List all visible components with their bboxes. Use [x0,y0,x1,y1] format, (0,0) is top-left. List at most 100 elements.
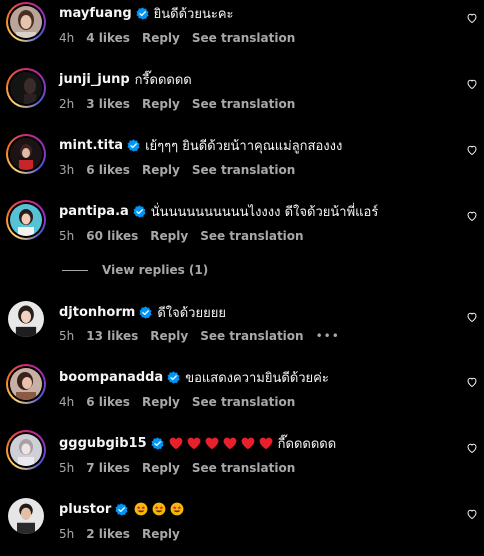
reply-button[interactable]: Reply [142,527,180,541]
comment-time[interactable]: 3h [59,163,74,177]
comment-junji: junji_junp กรี๊ดดดดด 2h 3 likes Reply Se… [0,66,484,122]
avatar-photo [8,301,44,337]
comment-time[interactable]: 4h [59,395,74,409]
reply-button[interactable]: Reply [150,229,188,243]
comment-plustor: plustor 5h 2 likes Reply [0,496,484,552]
avatar-mint[interactable] [6,134,46,174]
divider [62,269,88,271]
comment-time[interactable]: 5h [59,229,74,243]
verified-badge-icon [167,370,180,384]
avatar-gggubgib[interactable] [6,430,46,470]
verified-badge-icon [139,305,152,319]
avatar-plustor[interactable] [6,496,46,536]
comment-text: เย้ๆๆๆ ยินดีด้วยน้าาคุณแม่ลูกสองงง [145,138,343,154]
likes-count[interactable]: 4 likes [86,31,130,45]
heart-outline-icon[interactable] [466,12,478,24]
emoji-group [169,437,277,450]
username[interactable]: mint.tita [59,138,123,153]
username[interactable]: boompanadda [59,370,163,385]
heart-outline-icon[interactable] [466,144,478,156]
reply-button[interactable]: Reply [142,395,180,409]
star-struck-emoji [152,502,166,516]
reply-button[interactable]: Reply [142,461,180,475]
star-struck-emoji [134,502,148,516]
avatar-photo [10,72,42,104]
avatar-photo [10,434,42,466]
avatar-djtonhorm[interactable] [6,299,46,339]
likes-count[interactable]: 3 likes [86,97,130,111]
red-heart-emoji [223,437,237,449]
see-translation-button[interactable]: See translation [192,31,295,45]
see-translation-button[interactable]: See translation [192,461,295,475]
comment-pantipa: pantipa.a นั่นนนนนนนนนนไงงงง ดีใจด้วยน้า… [0,198,484,254]
likes-count[interactable]: 13 likes [86,329,138,343]
red-heart-emoji [241,437,255,449]
see-translation-button[interactable]: See translation [200,329,303,343]
see-translation-button[interactable]: See translation [192,163,295,177]
heart-outline-icon[interactable] [466,311,478,323]
view-replies-button[interactable]: View replies (1) [62,262,208,278]
avatar-photo [10,138,42,170]
verified-badge-icon [136,6,149,20]
likes-count[interactable]: 60 likes [86,229,138,243]
reply-button[interactable]: Reply [142,163,180,177]
heart-outline-icon[interactable] [466,210,478,222]
comment-time[interactable]: 4h [59,31,74,45]
avatar-junji[interactable] [6,68,46,108]
username[interactable]: pantipa.a [59,204,129,219]
see-translation-button[interactable]: See translation [192,97,295,111]
red-heart-emoji [259,437,273,449]
more-options-icon[interactable]: ••• [316,329,340,343]
comment-time[interactable]: 5h [59,527,74,541]
username[interactable]: junji_junp [59,72,130,87]
view-replies-label[interactable]: View replies (1) [102,263,208,277]
username[interactable]: plustor [59,502,111,517]
reply-button[interactable]: Reply [142,97,180,111]
comment-time[interactable]: 2h [59,97,74,111]
see-translation-button[interactable]: See translation [200,229,303,243]
red-heart-emoji [205,437,219,449]
heart-outline-icon[interactable] [466,376,478,388]
likes-count[interactable]: 7 likes [86,461,130,475]
username[interactable]: djtonhorm [59,305,135,320]
verified-badge-icon [115,502,128,516]
comment-text: กรี๊ดดดดด [134,72,192,88]
avatar-photo [10,6,42,38]
comment-text: นั่นนนนนนนนนนไงงงง ดีใจด้วยน้าพี่แอร์ [150,204,379,220]
likes-count[interactable]: 6 likes [86,163,130,177]
avatar-pantipa[interactable] [6,200,46,240]
reply-button[interactable]: Reply [142,31,180,45]
comment-time[interactable]: 5h [59,329,74,343]
avatar-photo [10,204,42,236]
avatar-mayfuang[interactable] [6,2,46,42]
red-heart-emoji [187,437,201,449]
likes-count[interactable]: 2 likes [86,527,130,541]
heart-outline-icon[interactable] [466,442,478,454]
username[interactable]: gggubgib15 [59,436,147,451]
verified-badge-icon [151,436,164,450]
star-struck-emoji [170,502,184,516]
comment-text: กี๊ดดดดดด [277,436,337,452]
see-translation-button[interactable]: See translation [192,395,295,409]
heart-outline-icon[interactable] [466,508,478,520]
verified-badge-icon [133,204,146,218]
comment-djtonhorm: djtonhorm ดีใจด้วยยยย 5h 13 likes Reply … [0,297,484,353]
avatar-boompanadda[interactable] [6,364,46,404]
verified-badge-icon [127,138,140,152]
comment-time[interactable]: 5h [59,461,74,475]
comment-gggubgib: gggubgib15 กี๊ดดดดดด 5h 7 likes Reply Se… [0,430,484,486]
comment-mayfuang: mayfuang ยินดีด้วยนะคะ 4h 4 likes Reply … [0,0,484,56]
comment-boompanadda: boompanadda ขอแสดงความยินดีด้วยค่ะ 4h 6 … [0,364,484,420]
avatar-photo [8,498,44,534]
comment-mint: mint.tita เย้ๆๆๆ ยินดีด้วยน้าาคุณแม่ลูกส… [0,132,484,188]
likes-count[interactable]: 6 likes [86,395,130,409]
comment-text: ยินดีด้วยนะคะ [153,6,234,22]
username[interactable]: mayfuang [59,6,132,21]
heart-outline-icon[interactable] [466,78,478,90]
avatar-photo [10,368,42,400]
emoji-group [134,502,188,516]
reply-button[interactable]: Reply [150,329,188,343]
red-heart-emoji [169,437,183,449]
comment-text: ดีใจด้วยยยย [157,305,226,321]
comment-text: ขอแสดงความยินดีด้วยค่ะ [185,370,329,386]
